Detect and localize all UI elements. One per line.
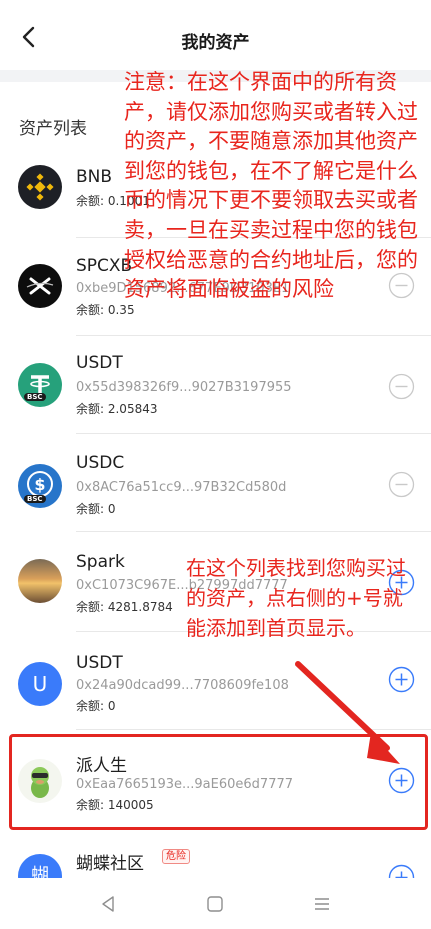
asset-name: Spark — [76, 552, 125, 572]
asset-name: BNB — [76, 167, 113, 187]
usdt-letter-avatar: U — [18, 662, 62, 706]
asset-balance: 余额: 0 — [76, 699, 116, 713]
asset-balance: 余额: 0 — [76, 502, 116, 516]
asset-list-label: 资产列表 — [19, 119, 87, 139]
system-nav-bar — [0, 878, 431, 929]
remove-asset-icon[interactable] — [388, 373, 415, 400]
asset-row-usdt[interactable]: U USDT 0x24a90dcad99...7708609fe108 余额: … — [0, 632, 431, 730]
asset-name: USDC — [76, 453, 125, 473]
asset-row-usdt-bsc[interactable]: BSC USDT 0x55d398326f9...9027B3197955 余额… — [0, 336, 431, 434]
chain-tag: BSC — [24, 393, 46, 401]
usdt-logo-icon: BSC — [18, 363, 62, 407]
usdc-logo-icon: $ BSC — [18, 464, 62, 508]
remove-asset-icon[interactable] — [388, 471, 415, 498]
asset-address: 0x8AC76a51cc9...97B32Cd580d — [76, 480, 287, 495]
danger-badge: 危险 — [162, 849, 190, 864]
instruction-annotation: 在这个列表找到您购买过的资产，点右侧的+号就能添加到首页显示。 — [186, 556, 406, 640]
asset-name: 蝴蝶社区 — [76, 854, 144, 874]
chain-tag: BSC — [24, 495, 46, 503]
asset-balance: 余额: 4281.8784 — [76, 600, 173, 614]
asset-name: USDT — [76, 353, 123, 373]
top-bar: 我的资产 — [0, 0, 431, 70]
asset-management-page: 我的资产 资产列表 BNB 余额: 0.1001 SPCXB 0xbe9D156… — [0, 0, 431, 929]
asset-address: 0x55d398326f9...9027B3197955 — [76, 380, 292, 395]
spark-logo-icon — [18, 559, 62, 603]
hudie-letter-avatar: 蝴 — [18, 854, 62, 878]
warning-annotation: 注意：在这个界面中的所有资产，请仅添加您购买或者转入过的资产，不要随意添加其他资… — [124, 70, 418, 302]
asset-row-usdc[interactable]: $ BSC USDC 0x8AC76a51cc9...97B32Cd580d 余… — [0, 434, 431, 532]
add-asset-icon[interactable] — [388, 666, 415, 693]
asset-address: 0x24a90dcad99...7708609fe108 — [76, 678, 289, 693]
asset-balance: 余额: 2.05843 — [76, 402, 158, 416]
asset-name: USDT — [76, 653, 123, 673]
spcxb-logo-icon — [18, 264, 62, 308]
square-home-icon[interactable] — [203, 892, 227, 916]
svg-text:$: $ — [34, 475, 45, 494]
menu-lines-icon[interactable] — [310, 892, 334, 916]
page-title: 我的资产 — [181, 33, 250, 53]
row-divider — [76, 531, 431, 532]
highlight-box — [9, 734, 428, 830]
asset-row-hudieshequ[interactable]: 蝴 蝴蝶社区 — [0, 832, 431, 878]
row-divider — [76, 729, 431, 730]
add-asset-icon[interactable] — [388, 864, 415, 878]
triangle-back-icon[interactable] — [96, 892, 120, 916]
bnb-logo-icon — [18, 165, 62, 209]
